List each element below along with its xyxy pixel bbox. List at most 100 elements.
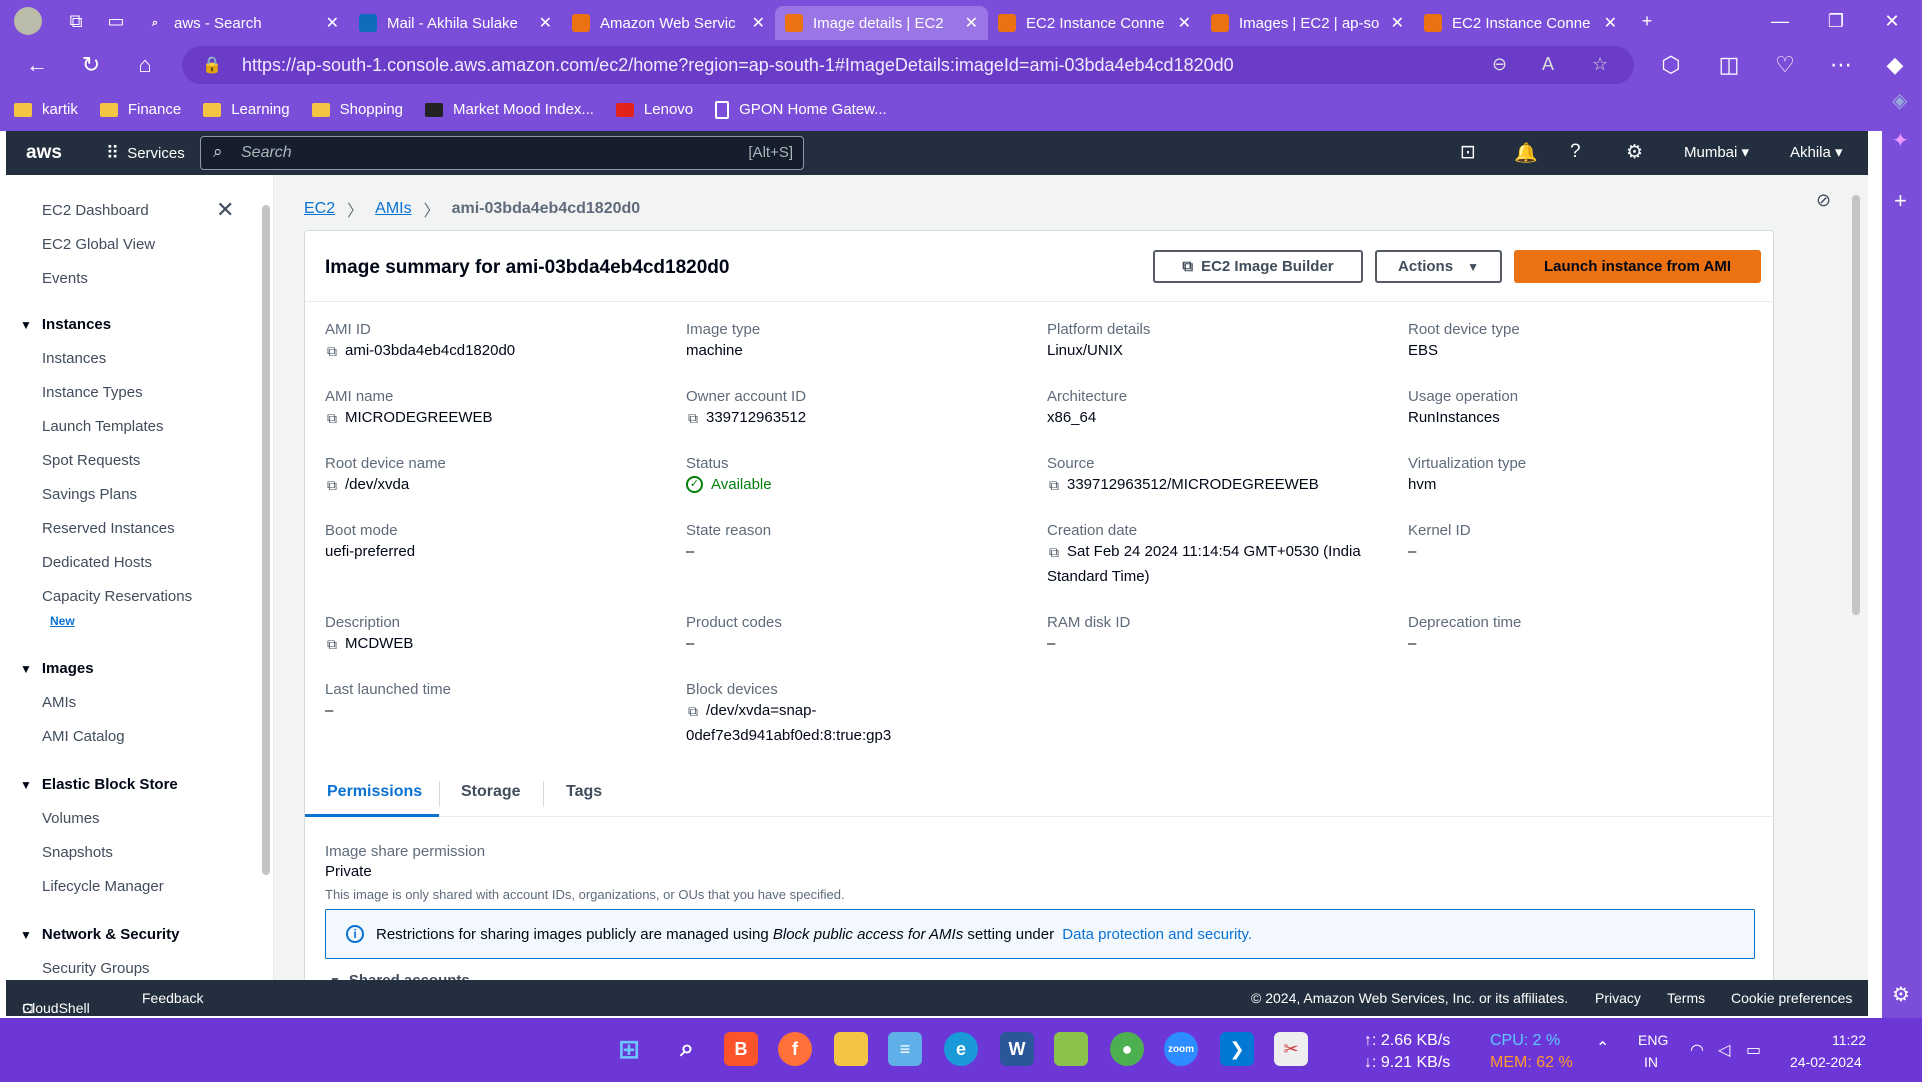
browser-tab[interactable]: Images | EC2 | ap-so ✕ — [1201, 6, 1414, 40]
refresh-icon[interactable]: ↻ — [64, 42, 118, 88]
copy-icon[interactable]: ⧉ — [688, 406, 698, 430]
brave-icon[interactable]: B — [724, 1032, 758, 1066]
sidebar-settings-icon[interactable]: ⚙ — [1892, 982, 1910, 1007]
favorite-star-icon[interactable]: ☆ — [1592, 54, 1608, 75]
minimize-icon[interactable]: — — [1752, 0, 1808, 42]
copy-icon[interactable]: ⧉ — [327, 632, 337, 656]
terms-link[interactable]: Terms — [1667, 990, 1705, 1006]
browser-essentials-icon[interactable]: ♡ — [1758, 42, 1812, 88]
nav-instance-types[interactable]: Instance Types — [42, 384, 143, 401]
close-window-icon[interactable]: ✕ — [1864, 0, 1920, 42]
copy-icon[interactable]: ⧉ — [1049, 540, 1059, 564]
vscode-icon[interactable]: ❯ — [1220, 1032, 1254, 1066]
taskbar-search-icon[interactable]: ⌕ — [670, 1032, 704, 1066]
zoom-icon[interactable]: zoom — [1164, 1032, 1198, 1066]
shared-accounts-toggle[interactable]: ▼Shared accounts — [329, 972, 470, 980]
bookmark-finance[interactable]: Finance — [99, 101, 181, 118]
notepad-icon[interactable]: ≡ — [888, 1032, 922, 1066]
snipping-icon[interactable]: ✂ — [1274, 1032, 1308, 1066]
volume-icon[interactable]: ◁ — [1718, 1040, 1730, 1060]
nav-volumes[interactable]: Volumes — [42, 810, 100, 827]
nav-section-ebs[interactable]: ▼ Elastic Block Store — [20, 776, 178, 793]
data-protection-link[interactable]: Data protection and security. — [1062, 926, 1252, 943]
nav-capacity-reservations[interactable]: Capacity Reservations — [42, 588, 192, 605]
copy-icon[interactable]: ⧉ — [327, 406, 337, 430]
url-field[interactable]: 🔒 https://ap-south-1.console.aws.amazon.… — [182, 46, 1634, 84]
show-hidden-icons[interactable]: ⌃ — [1596, 1038, 1609, 1058]
breadcrumb-ec2[interactable]: EC2 — [304, 200, 335, 218]
nav-security-groups[interactable]: Security Groups — [42, 960, 150, 977]
browser-tab[interactable]: EC2 Instance Conne ✕ — [988, 6, 1201, 40]
region-selector[interactable]: Mumbai ▾ — [1684, 143, 1749, 161]
maximize-icon[interactable]: ❐ — [1808, 0, 1864, 42]
close-tab-icon[interactable]: ✕ — [1178, 13, 1191, 33]
settings-gear-icon[interactable]: ⚙ — [1626, 141, 1643, 164]
help-icon[interactable]: ? — [1570, 141, 1581, 163]
actions-button[interactable]: Actions ▼ — [1375, 250, 1502, 283]
cloudshell-icon[interactable]: ⊡ — [1460, 141, 1476, 164]
tab-permissions[interactable]: Permissions — [327, 783, 422, 801]
nav-ec2-dashboard[interactable]: EC2 Dashboard — [42, 202, 149, 219]
copy-icon[interactable]: ⧉ — [688, 699, 698, 723]
nav-events[interactable]: Events — [42, 270, 88, 287]
workspaces-icon[interactable]: ⧉ — [56, 0, 96, 42]
more-menu-icon[interactable]: ⋯ — [1814, 42, 1868, 88]
new-tab-icon[interactable]: + — [1627, 0, 1667, 42]
copilot-icon[interactable]: ◆ — [1868, 42, 1922, 88]
close-tab-icon[interactable]: ✕ — [539, 13, 552, 33]
nav-amis[interactable]: AMIs — [42, 694, 76, 711]
profile-avatar-icon[interactable] — [0, 0, 56, 42]
file-explorer-icon[interactable] — [834, 1032, 868, 1066]
aws-logo[interactable]: aws — [26, 142, 78, 164]
close-tab-icon[interactable]: ✕ — [965, 13, 978, 33]
edge-icon[interactable]: e — [944, 1032, 978, 1066]
account-menu[interactable]: Akhila ▾ — [1790, 143, 1843, 161]
copy-icon[interactable]: ⧉ — [327, 473, 337, 497]
back-icon[interactable]: ← — [10, 42, 64, 88]
wifi-icon[interactable]: ◠ — [1690, 1040, 1704, 1060]
designer-icon[interactable]: ✦ — [1892, 128, 1909, 153]
shopping-tag-icon[interactable]: ◈ — [1892, 88, 1907, 113]
word-icon[interactable]: W — [1000, 1032, 1034, 1066]
nav-savings-plans[interactable]: Savings Plans — [42, 486, 137, 503]
copy-icon[interactable]: ⧉ — [1049, 473, 1059, 497]
browser-tab[interactable]: Amazon Web Servic ✕ — [562, 6, 775, 40]
add-sidebar-icon[interactable]: + — [1894, 188, 1907, 214]
browser-tab[interactable]: Image details | EC2 ✕ — [775, 6, 988, 40]
app-icon[interactable] — [1054, 1032, 1088, 1066]
tab-tags[interactable]: Tags — [566, 783, 602, 801]
info-panel-toggle-icon[interactable]: ⊘ — [1816, 190, 1831, 211]
copy-icon[interactable]: ⧉ — [327, 339, 337, 363]
close-tab-icon[interactable]: ✕ — [326, 13, 339, 33]
nav-section-network-security[interactable]: ▼ Network & Security — [20, 926, 179, 943]
browser-tab[interactable]: Mail - Akhila Sulake ✕ — [349, 6, 562, 40]
ec2-image-builder-button[interactable]: ⧉ EC2 Image Builder — [1153, 250, 1363, 283]
notifications-bell-icon[interactable]: 🔔 — [1514, 141, 1538, 165]
nav-section-instances[interactable]: ▼ Instances — [20, 316, 111, 333]
privacy-link[interactable]: Privacy — [1595, 990, 1641, 1006]
breadcrumb-amis[interactable]: AMIs — [375, 200, 411, 218]
feedback-link[interactable]: Feedback — [142, 990, 203, 1006]
split-screen-icon[interactable]: ◫ — [1702, 42, 1756, 88]
close-tab-icon[interactable]: ✕ — [1391, 13, 1404, 33]
close-tab-icon[interactable]: ✕ — [752, 13, 765, 33]
chrome-icon[interactable]: ● — [1110, 1032, 1144, 1066]
main-scroll-thumb[interactable] — [1852, 195, 1860, 615]
services-menu[interactable]: ⠿ Services — [106, 143, 185, 164]
tab-actions-icon[interactable]: ▭ — [96, 0, 136, 42]
start-icon[interactable]: ⊞ — [612, 1032, 646, 1066]
nav-snapshots[interactable]: Snapshots — [42, 844, 113, 861]
nav-launch-templates[interactable]: Launch Templates — [42, 418, 163, 435]
browser-tab[interactable]: ⌕ aws - Search ✕ — [136, 6, 349, 40]
aws-search-input[interactable]: ⌕ Search [Alt+S] — [200, 136, 804, 170]
extensions-icon[interactable]: ⬡ — [1644, 42, 1698, 88]
clock-time[interactable]: 11:22 — [1832, 1032, 1866, 1048]
bookmark-market-mood[interactable]: Market Mood Index... — [425, 101, 594, 118]
home-icon[interactable]: ⌂ — [118, 42, 172, 88]
close-tab-icon[interactable]: ✕ — [1604, 13, 1617, 33]
battery-icon[interactable]: ▭ — [1746, 1040, 1761, 1060]
cookie-preferences-link[interactable]: Cookie preferences — [1731, 990, 1852, 1006]
nav-spot-requests[interactable]: Spot Requests — [42, 452, 140, 469]
browser-tab[interactable]: EC2 Instance Conne ✕ — [1414, 6, 1627, 40]
nav-section-images[interactable]: ▼ Images — [20, 660, 94, 677]
